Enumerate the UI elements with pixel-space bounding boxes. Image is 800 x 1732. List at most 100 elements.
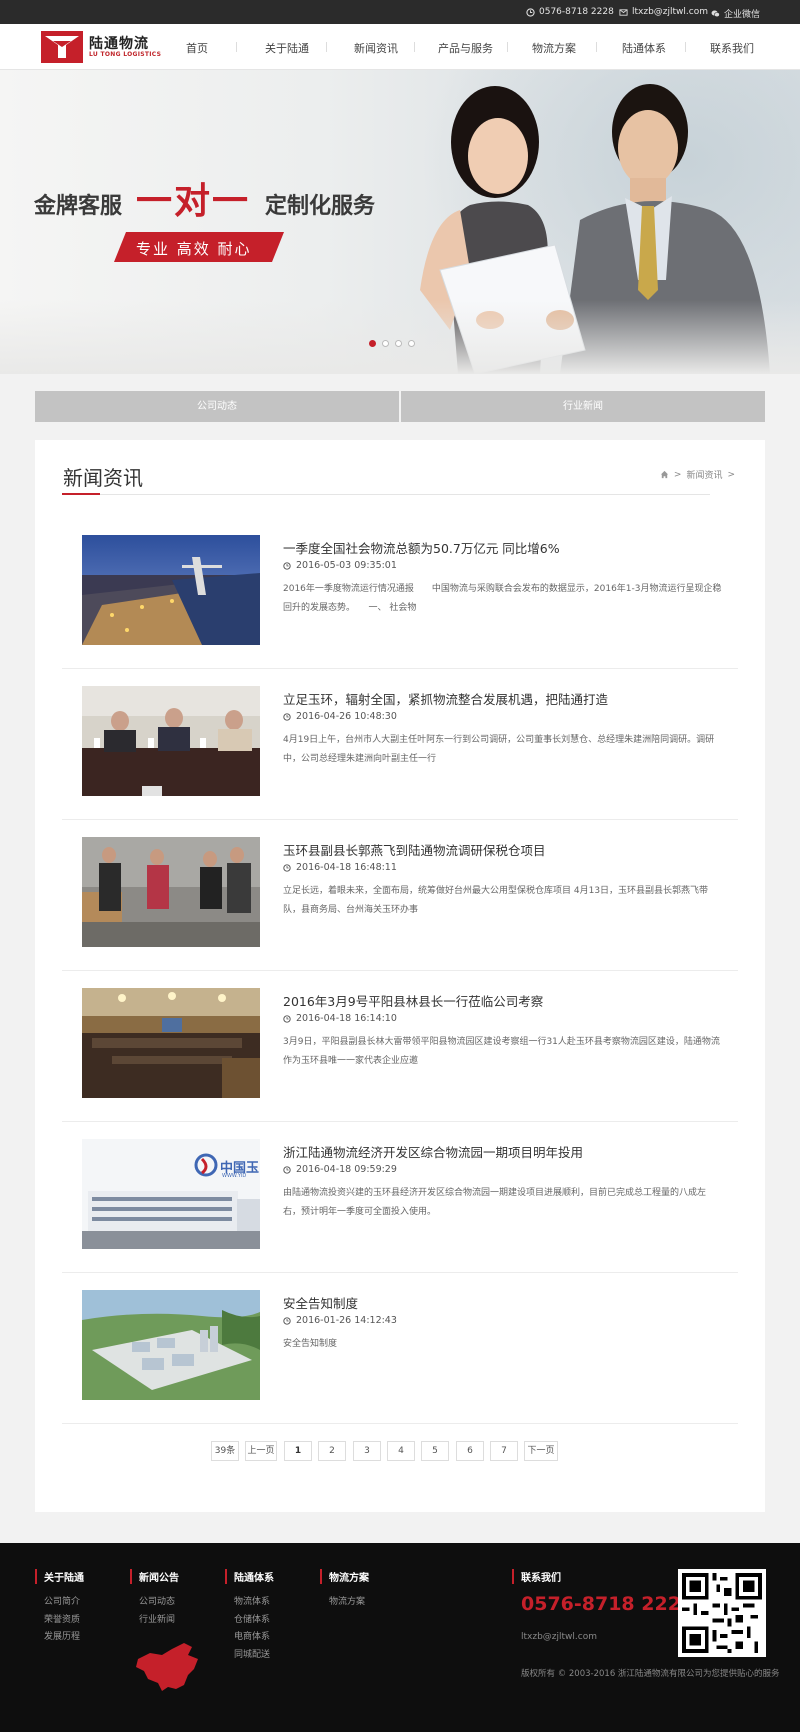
tab-industry-news[interactable]: 行业新闻: [401, 391, 765, 422]
footer-link[interactable]: 物流体系: [225, 1594, 274, 1612]
pager-total: 39条: [211, 1441, 239, 1461]
banner-text-highlight: 一对一: [136, 181, 251, 222]
news-title[interactable]: 安全告知制度: [283, 1293, 358, 1312]
footer-column-title: 陆通体系: [225, 1569, 274, 1584]
footer-column-solutions: 物流方案 物流方案: [320, 1569, 369, 1612]
banner-text-left: 金牌客服: [34, 194, 123, 219]
nav-divider: [236, 42, 237, 52]
topbar-wechat[interactable]: 企业微信: [711, 7, 760, 20]
pager-page[interactable]: 4: [387, 1441, 415, 1461]
news-thumbnail-port[interactable]: [82, 535, 260, 645]
news-thumbnail-park[interactable]: 中国玉 WWW.YID: [82, 1139, 260, 1249]
news-thumbnail-conference[interactable]: [82, 988, 260, 1098]
footer-link[interactable]: 公司简介: [35, 1594, 84, 1612]
news-date: 2016-04-18 16:48:11: [283, 862, 397, 873]
pager-page[interactable]: 5: [421, 1441, 449, 1461]
pager-page[interactable]: 3: [353, 1441, 381, 1461]
news-item[interactable]: 安全告知制度 2016-01-26 14:12:43 安全告知制度: [62, 1273, 738, 1424]
clock-icon: [283, 1165, 291, 1174]
news-item[interactable]: 立足玉环，辐射全国，紧抓物流整合发展机遇，把陆通打造 2016-04-26 10…: [62, 669, 738, 820]
clock-icon: [283, 712, 291, 721]
news-title[interactable]: 浙江陆通物流经济开发区综合物流园一期项目明年投用: [283, 1142, 583, 1161]
home-icon[interactable]: [660, 470, 669, 479]
news-summary: 由陆通物流投资兴建的玉环县经济开发区综合物流园一期建设项目进展顺利，目前已完成总…: [283, 1188, 707, 1217]
nav-divider: [326, 42, 327, 52]
news-thumbnail-meeting[interactable]: [82, 686, 260, 796]
hero-banner[interactable]: 金牌客服 一对一 定制化服务 专业 高效 耐心: [0, 70, 800, 374]
nav-news[interactable]: 新闻资讯: [354, 40, 398, 56]
breadcrumb: > 新闻资讯 >: [660, 468, 735, 481]
nav-divider: [507, 42, 508, 52]
nav-home[interactable]: 首页: [186, 40, 208, 56]
news-summary: 安全告知制度: [283, 1339, 338, 1349]
news-summary: 立足长远，着眼未来，全面布局，统筹做好台州最大公用型保税仓库项目 4月13日，玉…: [283, 886, 709, 915]
qr-code-icon: [682, 1573, 762, 1653]
thumb-watermark-url: WWW.YID: [222, 1173, 247, 1179]
news-list-card: 新闻资讯 > 新闻资讯 > 一季度全国社会物流总额为50.7万亿元 同比增6% …: [35, 440, 765, 1512]
footer-column-title: 新闻公告: [130, 1569, 179, 1584]
clock-icon: [283, 1014, 291, 1023]
footer-link[interactable]: 仓储体系: [225, 1612, 274, 1630]
footer-link[interactable]: 荣誉资质: [35, 1612, 84, 1630]
news-title[interactable]: 立足玉环，辐射全国，紧抓物流整合发展机遇，把陆通打造: [283, 689, 608, 708]
site-footer: 关于陆通 公司简介 荣誉资质 发展历程 新闻公告 公司动态 行业新闻 陆通体系 …: [0, 1543, 800, 1732]
news-summary: 4月19日上午，台州市人大副主任叶阿东一行到公司调研，公司董事长刘慧仓、总经理朱…: [283, 735, 715, 764]
clock-icon: [283, 561, 291, 570]
nav-divider: [414, 42, 415, 52]
news-thumbnail-aerial[interactable]: [82, 1290, 260, 1400]
clock-icon: [526, 7, 535, 17]
news-title[interactable]: 玉环县副县长郭燕飞到陆通物流调研保税仓项目: [283, 840, 546, 859]
breadcrumb-current[interactable]: 新闻资讯: [686, 468, 722, 481]
footer-column-news: 新闻公告 公司动态 行业新闻: [130, 1569, 179, 1629]
footer-link[interactable]: 发展历程: [35, 1629, 84, 1647]
slider-dot[interactable]: [369, 340, 376, 347]
logo-english-name: LU TONG LOGISTICS: [89, 51, 162, 58]
topbar-phone: 0576-8718 2228: [526, 7, 614, 17]
news-date: 2016-04-18 09:59:29: [283, 1164, 397, 1175]
pager-prev-button[interactable]: 上一页: [245, 1441, 277, 1461]
top-bar: 0576-8718 2228 ltxzb@zjltwl.com 企业微信: [0, 0, 800, 24]
logo-chinese-name: 陆通物流: [89, 36, 149, 52]
news-summary: 2016年一季度物流运行情况通报 中国物流与采购联合会发布的数据显示，2016年…: [283, 584, 722, 613]
news-thumbnail-visit[interactable]: [82, 837, 260, 947]
footer-link[interactable]: 公司动态: [130, 1594, 179, 1612]
news-item[interactable]: 玉环县副县长郭燕飞到陆通物流调研保税仓项目 2016-04-18 16:48:1…: [62, 820, 738, 971]
footer-link[interactable]: 行业新闻: [130, 1612, 179, 1630]
nav-system[interactable]: 陆通体系: [622, 40, 666, 56]
logo-mark-icon: [41, 31, 83, 63]
news-title[interactable]: 2016年3月9号平阳县林县长一行莅临公司考察: [283, 991, 543, 1010]
page-title: 新闻资讯: [63, 466, 143, 490]
nav-divider: [596, 42, 597, 52]
tab-company-news[interactable]: 公司动态: [35, 391, 399, 422]
topbar-email[interactable]: ltxzb@zjltwl.com: [619, 7, 708, 17]
news-item[interactable]: 中国玉 WWW.YID 浙江陆通物流经济开发区综合物流园一期项目明年投用 201…: [62, 1122, 738, 1273]
pager-page[interactable]: 2: [318, 1441, 346, 1461]
nav-about[interactable]: 关于陆通: [265, 40, 309, 56]
pager-page[interactable]: 1: [284, 1441, 312, 1461]
slider-dot[interactable]: [395, 340, 402, 347]
news-title[interactable]: 一季度全国社会物流总额为50.7万亿元 同比增6%: [283, 538, 560, 557]
breadcrumb-separator: >: [673, 469, 682, 480]
news-date: 2016-01-26 14:12:43: [283, 1315, 397, 1326]
nav-solutions[interactable]: 物流方案: [532, 40, 576, 56]
footer-link[interactable]: 同城配送: [225, 1647, 274, 1665]
pager-next-button[interactable]: 下一页: [524, 1441, 558, 1461]
footer-link[interactable]: 电商体系: [225, 1629, 274, 1647]
slider-dot[interactable]: [408, 340, 415, 347]
news-date: 2016-04-18 16:14:10: [283, 1013, 397, 1024]
pager-page[interactable]: 7: [490, 1441, 518, 1461]
title-accent-bar: [62, 493, 100, 495]
news-item[interactable]: 一季度全国社会物流总额为50.7万亿元 同比增6% 2016-05-03 09:…: [62, 518, 738, 669]
nav-contact[interactable]: 联系我们: [710, 40, 754, 56]
news-item[interactable]: 2016年3月9号平阳县林县长一行莅临公司考察 2016-04-18 16:14…: [62, 971, 738, 1122]
footer-link[interactable]: 物流方案: [320, 1594, 369, 1612]
nav-products[interactable]: 产品与服务: [438, 40, 493, 56]
news-summary: 3月9日，平阳县副县长林大雷带领平阳县物流园区建设考察组一行31人赴玉环县考察物…: [283, 1037, 720, 1066]
footer-column-title: 关于陆通: [35, 1569, 84, 1584]
slider-dot[interactable]: [382, 340, 389, 347]
clock-icon: [283, 863, 291, 872]
footer-column-system: 陆通体系 物流体系 仓储体系 电商体系 同城配送: [225, 1569, 274, 1664]
footer-email[interactable]: ltxzb@zjltwl.com: [521, 1632, 597, 1642]
pager-page[interactable]: 6: [456, 1441, 484, 1461]
logo[interactable]: 陆通物流 LU TONG LOGISTICS: [41, 31, 161, 63]
